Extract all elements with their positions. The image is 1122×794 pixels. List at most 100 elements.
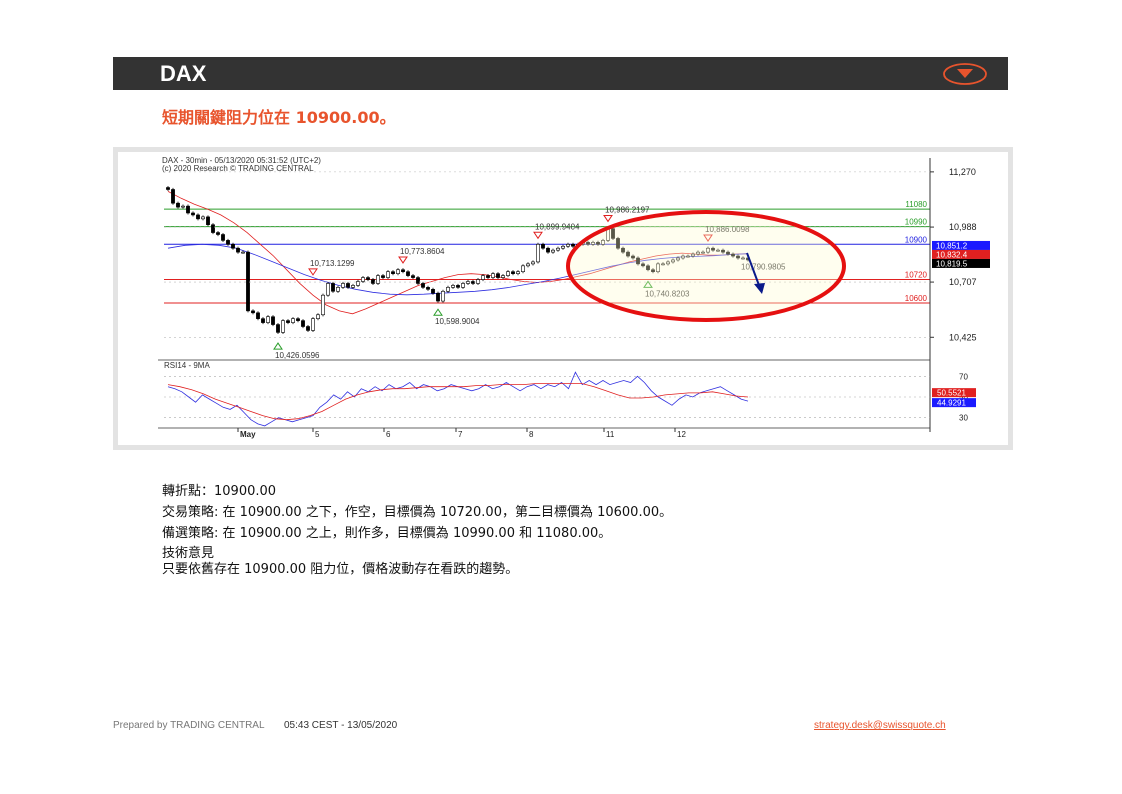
price-tick-label: 10,707 — [949, 277, 977, 287]
candle-body — [321, 294, 325, 316]
candle-body — [176, 202, 180, 208]
level-label-10720: 10720 — [905, 271, 928, 280]
candle-body — [276, 324, 280, 333]
candle-body — [496, 273, 500, 278]
candle-body — [166, 187, 170, 190]
candle-body — [301, 320, 305, 327]
rsi-label: RSI14 - 9MA — [164, 361, 210, 370]
pivot-point: 轉折點：10900.00 — [162, 484, 277, 499]
candle-body — [436, 292, 440, 302]
x-tick-label: 7 — [458, 430, 463, 439]
swing-high-marker — [398, 256, 408, 264]
candle-body — [406, 271, 410, 276]
candle-body — [381, 275, 385, 278]
candle-body — [476, 279, 480, 284]
candle-body — [266, 316, 270, 323]
candle-body — [446, 287, 450, 292]
candle-body — [371, 279, 375, 284]
candle-body — [546, 247, 550, 253]
candle-body — [441, 290, 445, 302]
rsi-badge-label: 44.9291 — [937, 399, 966, 408]
highlight-ellipse — [566, 210, 846, 322]
chart-panel: DAX - 30min - 05/13/2020 05:31:52 (UTC+2… — [118, 152, 1008, 445]
x-tick-label: 6 — [386, 430, 391, 439]
swing-high-marker — [603, 214, 613, 223]
rsi-tick-label: 70 — [959, 372, 968, 381]
rsi-ma-line — [167, 383, 749, 421]
swing-low-marker — [433, 308, 443, 316]
price-badge-label: 10,832.4 — [936, 250, 968, 259]
candle-body — [201, 216, 205, 220]
report-timestamp: 05:43 CEST - 13/05/2020 — [284, 720, 398, 731]
page-title: DAX — [160, 61, 207, 86]
level-label-10600: 10600 — [905, 294, 928, 303]
price-badge-label: 10,851.2 — [936, 241, 968, 250]
candle-body — [521, 265, 525, 273]
level-label-11080: 11080 — [905, 200, 927, 209]
price-tick-label: 10,425 — [949, 332, 977, 342]
price-tick-label: 11,270 — [949, 167, 976, 177]
candle-body — [416, 277, 420, 284]
candle-body — [226, 240, 230, 245]
candle-body — [341, 283, 345, 288]
candle-body — [431, 289, 435, 294]
candle-body — [456, 285, 460, 288]
candle-body — [551, 249, 555, 253]
candle-body — [331, 283, 335, 292]
candle-body — [541, 243, 545, 249]
candle-body — [366, 277, 370, 280]
candle-body — [536, 243, 540, 263]
candle-body — [571, 243, 575, 247]
candle-body — [181, 205, 185, 208]
x-tick-label: 5 — [315, 430, 320, 439]
alternative-strategy: 備選策略: 在 10900.00 之上，則作多，目標價為 10990.00 和 … — [162, 526, 612, 541]
swing-high-label: 10,986.2197 — [605, 205, 650, 214]
x-tick-label: May — [240, 430, 256, 439]
candle-body — [526, 263, 530, 267]
candle-body — [286, 320, 290, 323]
candle-body — [336, 287, 340, 292]
candle-body — [426, 287, 430, 290]
candle-body — [236, 247, 240, 253]
candle-body — [191, 212, 195, 216]
rsi-tick-label: 30 — [959, 414, 968, 423]
price-chart: DAX - 30min - 05/13/2020 05:31:52 (UTC+2… — [158, 156, 990, 439]
contact-email-link[interactable]: strategy.desk@swissquote.ch — [814, 720, 946, 731]
candle-body — [556, 247, 560, 251]
candle-body — [566, 243, 570, 247]
x-tick-label: 11 — [606, 430, 615, 439]
candle-body — [231, 243, 235, 249]
candle-body — [186, 205, 190, 214]
candle-body — [311, 318, 315, 331]
candle-body — [216, 232, 220, 235]
candle-body — [451, 285, 455, 288]
swing-high-label: 10,899.9404 — [535, 222, 580, 231]
candle-body — [561, 245, 565, 249]
candle-body — [246, 251, 250, 312]
chevron-down-circle-icon[interactable] — [943, 63, 987, 85]
candle-body — [491, 273, 495, 278]
level-label-10990: 10990 — [905, 218, 928, 227]
candle-body — [241, 251, 245, 254]
rsi-badge-label: 50.5521 — [937, 389, 966, 398]
candle-body — [256, 312, 260, 319]
candle-body — [196, 214, 200, 220]
swing-high-label: 10,773.8604 — [400, 247, 445, 256]
candle-body — [396, 269, 400, 274]
candle-body — [326, 283, 330, 296]
candle-body — [401, 269, 405, 273]
prepared-by: Prepared by TRADING CENTRAL — [113, 720, 265, 731]
swing-high-label: 10,713.1299 — [310, 259, 355, 268]
candle-body — [486, 275, 490, 278]
key-level-headline: 短期關鍵阻力位在 10900.00。 — [162, 108, 396, 127]
candle-body — [271, 316, 275, 325]
candle-body — [461, 283, 465, 288]
x-tick-label: 8 — [529, 430, 534, 439]
candle-body — [316, 314, 320, 319]
candle-body — [386, 271, 390, 278]
swing-low-marker — [273, 342, 283, 350]
swing-high-marker — [308, 268, 318, 276]
trading-strategy: 交易策略: 在 10900.00 之下，作空，目標價為 10720.00，第二目… — [162, 505, 673, 520]
level-label-10900: 10900 — [905, 235, 928, 244]
candle-body — [281, 320, 285, 333]
